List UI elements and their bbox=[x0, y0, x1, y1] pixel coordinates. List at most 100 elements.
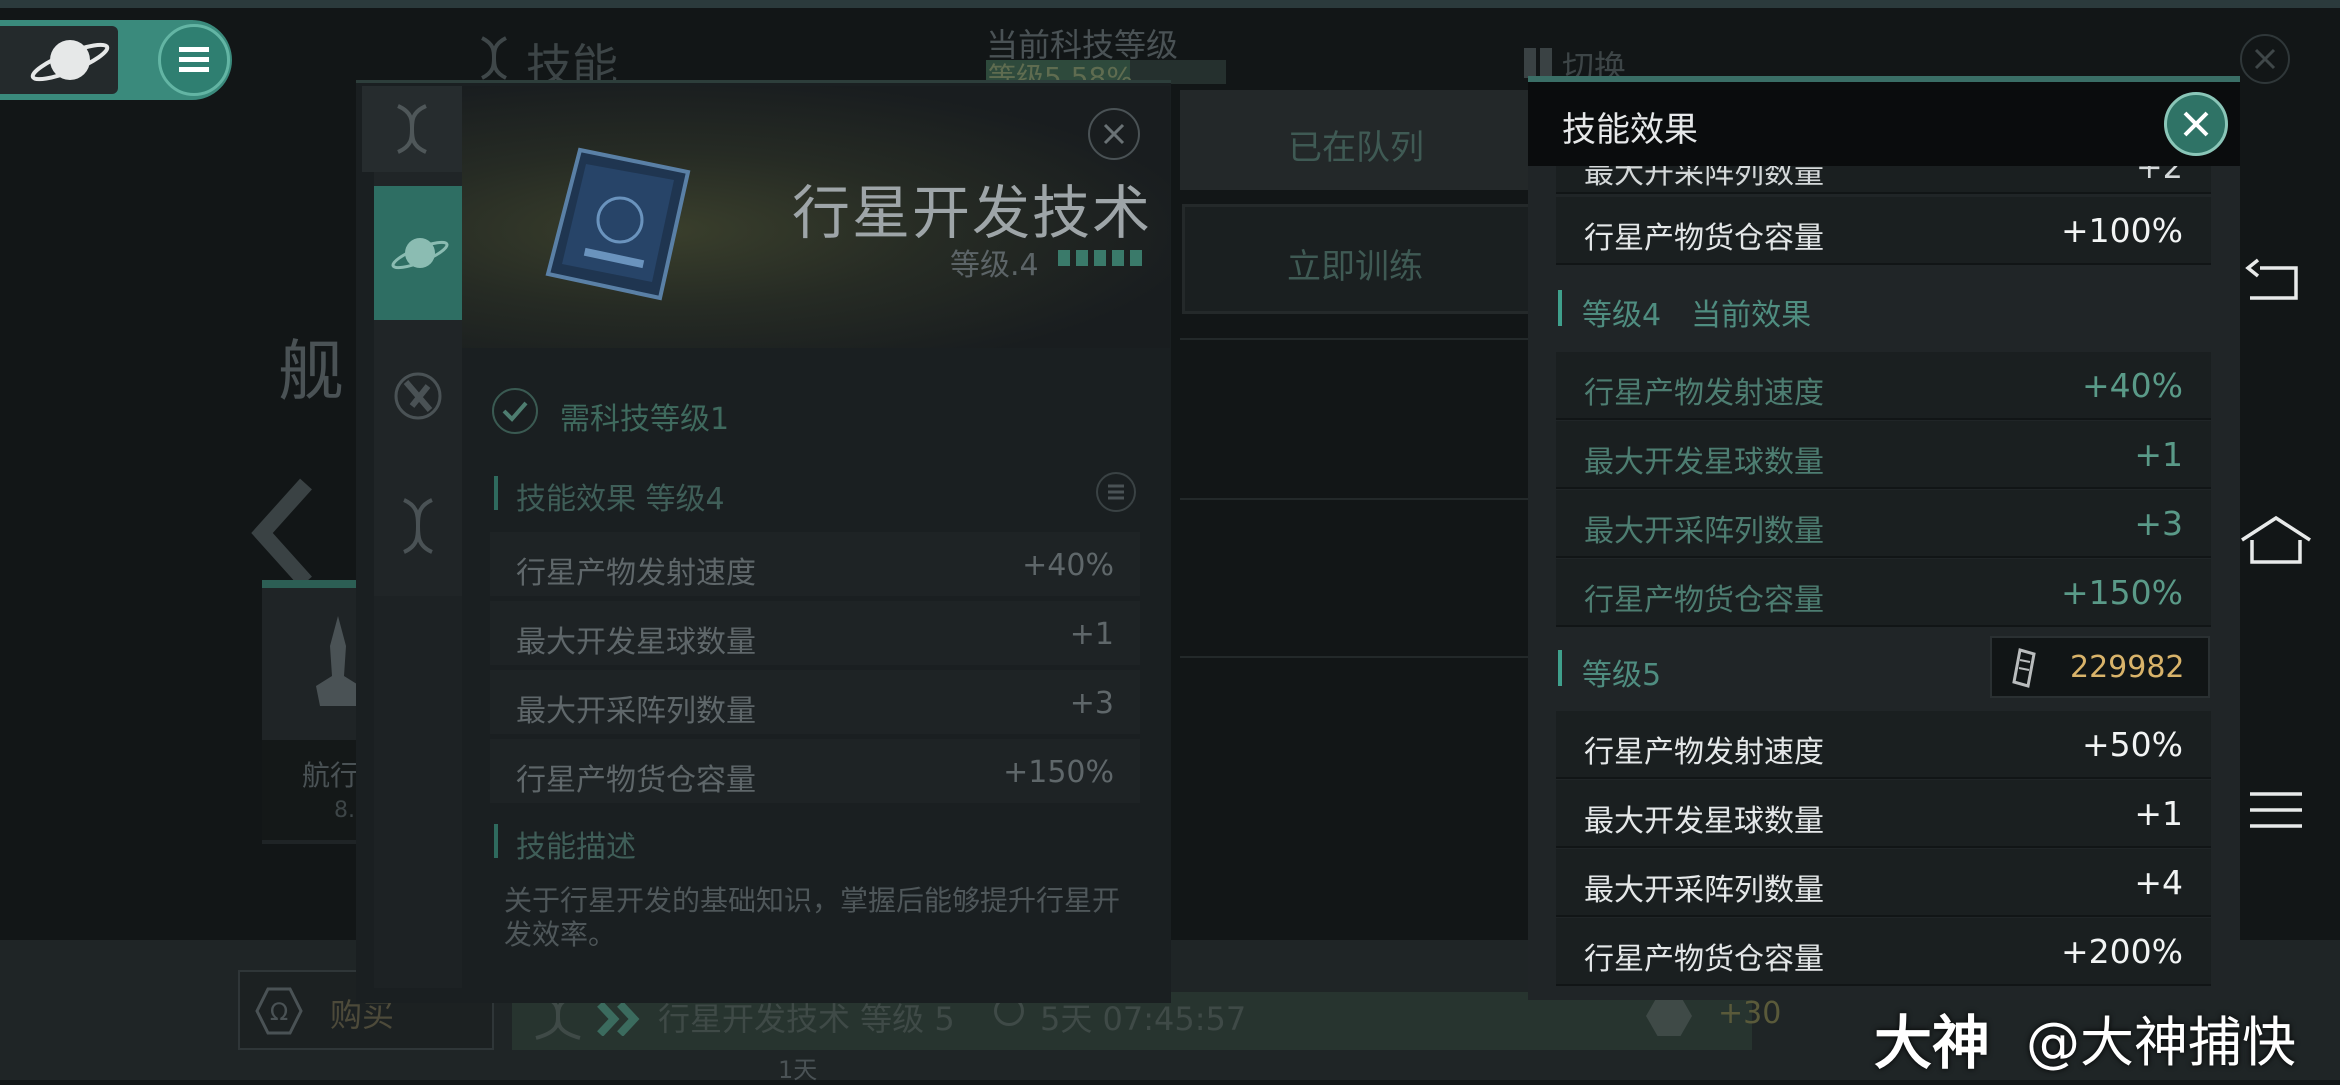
tab-empty bbox=[374, 596, 462, 988]
current-effect-row: 最大开采阵列数量 +3 bbox=[1556, 490, 2211, 558]
effect-label: 最大开发星球数量 bbox=[516, 625, 756, 660]
tab-dna-top[interactable] bbox=[362, 86, 462, 172]
system-home-button[interactable] bbox=[2236, 510, 2316, 570]
close-icon bbox=[2183, 111, 2209, 137]
effect-value: +200% bbox=[2061, 932, 2183, 971]
partial-row-value: +2 bbox=[2135, 166, 2183, 186]
level-pip bbox=[1076, 250, 1088, 266]
effect-label: 最大开发星球数量 bbox=[1584, 804, 1824, 839]
list-icon bbox=[1108, 484, 1124, 500]
effects-panel-title: 技能效果 bbox=[1562, 110, 1698, 150]
watermark-handle: @大神捕快 bbox=[2026, 1011, 2296, 1074]
home-icon bbox=[2241, 515, 2311, 564]
current-effect-row: 最大开发星球数量 +1 bbox=[1556, 421, 2211, 489]
skill-level-pips bbox=[1058, 250, 1142, 266]
cost-value: 229982 bbox=[2070, 650, 2185, 685]
skill-detail-close-button[interactable] bbox=[1088, 108, 1140, 160]
skill-name: 行星开发技术 bbox=[792, 179, 1153, 247]
system-back-button[interactable] bbox=[2236, 254, 2316, 314]
next-effect-row: 行星产物发射速度 +50% bbox=[1556, 711, 2211, 779]
menu-icon bbox=[179, 47, 209, 72]
tab-dna[interactable] bbox=[374, 476, 462, 586]
omega-icon: Ω bbox=[255, 987, 303, 1035]
effect-value: +40% bbox=[1022, 548, 1114, 583]
effect-label: 最大开采阵列数量 bbox=[1584, 514, 1824, 549]
system-menu-button[interactable] bbox=[2236, 780, 2316, 840]
next-effect-row: 最大开发星球数量 +1 bbox=[1556, 780, 2211, 848]
ship-card-bar bbox=[262, 580, 362, 588]
effect-label: 行星产物发射速度 bbox=[1584, 376, 1824, 411]
effect-label: 最大开采阵列数量 bbox=[1584, 873, 1824, 908]
skill-card-image bbox=[540, 142, 692, 302]
switch-icon bbox=[1524, 48, 1536, 78]
effect-label: 行星产物发射速度 bbox=[1584, 735, 1824, 770]
train-now-label: 立即训练 bbox=[1287, 247, 1423, 287]
dna-icon bbox=[397, 104, 427, 154]
next-effect-row: 最大开采阵列数量 +4 bbox=[1556, 849, 2211, 917]
effect-row: 最大开发星球数量 +1 bbox=[490, 601, 1140, 665]
effects-heading-bar bbox=[494, 476, 498, 510]
current-heading-bar bbox=[1558, 290, 1562, 326]
effect-label: 行星产物货仓容量 bbox=[1584, 583, 1824, 618]
planet-icon bbox=[30, 40, 110, 82]
prev-level-row: 行星产物货仓容量 +100% bbox=[1556, 197, 2211, 265]
effect-value: +1 bbox=[1069, 617, 1114, 652]
effect-value: +100% bbox=[2061, 211, 2183, 250]
effect-row: 行星产物货仓容量 +150% bbox=[490, 739, 1140, 803]
current-effect-row: 行星产物发射速度 +40% bbox=[1556, 352, 2211, 420]
effects-heading: 技能效果 等级4 bbox=[516, 482, 725, 517]
effect-value: +40% bbox=[2082, 366, 2183, 405]
tab-planet[interactable] bbox=[374, 186, 462, 320]
tab-satellite[interactable] bbox=[374, 330, 462, 464]
effect-label: 行星产物货仓容量 bbox=[516, 763, 756, 798]
train-now-button[interactable]: 立即训练 bbox=[1182, 204, 1538, 314]
current-heading: 等级4 当前效果 bbox=[1582, 298, 1812, 333]
divider-line-2 bbox=[1180, 498, 1550, 500]
skill-level-text: 等级.4 bbox=[950, 248, 1039, 283]
close-icon bbox=[2254, 48, 2276, 70]
level-pip bbox=[1130, 250, 1142, 266]
queue-chevrons-icon bbox=[596, 1001, 644, 1040]
skills-dna-icon bbox=[474, 36, 514, 84]
effect-value: +3 bbox=[1069, 686, 1114, 721]
planet-home-button[interactable] bbox=[0, 26, 118, 94]
next-heading-bar bbox=[1558, 650, 1562, 686]
level-pip bbox=[1058, 250, 1070, 266]
queued-button[interactable]: 已在队列 bbox=[1180, 90, 1540, 190]
svg-text:Ω: Ω bbox=[270, 998, 288, 1026]
level-pip bbox=[1094, 250, 1106, 266]
effect-label: 行星产物货仓容量 bbox=[1584, 221, 1824, 256]
divider-line-3 bbox=[1180, 656, 1550, 658]
effect-value: +50% bbox=[2082, 725, 2183, 764]
ship-silhouette-icon bbox=[316, 616, 360, 710]
ship-char: 舰 bbox=[278, 333, 344, 410]
effect-label: 行星产物发射速度 bbox=[516, 556, 756, 591]
effect-value: +4 bbox=[2134, 863, 2183, 902]
next-heading: 等级5 bbox=[1582, 658, 1662, 693]
partial-row: 最大开采阵列数量 +2 bbox=[1556, 166, 2211, 194]
level-pip bbox=[1112, 250, 1124, 266]
menu-icon bbox=[2250, 792, 2302, 828]
desc-heading-bar bbox=[494, 824, 498, 858]
main-menu-button[interactable] bbox=[158, 24, 230, 96]
effects-panel-close-button[interactable] bbox=[2164, 92, 2228, 156]
close-icon bbox=[1103, 123, 1125, 145]
watermark-logo: 大神 bbox=[1874, 1009, 1991, 1077]
dna-icon bbox=[403, 498, 433, 554]
effect-value: +150% bbox=[2061, 573, 2183, 612]
background-close-button[interactable] bbox=[2240, 34, 2290, 84]
effect-row: 最大开采阵列数量 +3 bbox=[490, 670, 1140, 734]
next-level-cost: 229982 bbox=[1990, 636, 2210, 698]
effect-value: +1 bbox=[2134, 435, 2183, 474]
chevron-left-icon bbox=[251, 478, 312, 588]
effect-row: 行星产物发射速度 +40% bbox=[490, 532, 1140, 596]
effect-value: +1 bbox=[2134, 794, 2183, 833]
top-bar bbox=[0, 0, 2340, 8]
skill-book-icon bbox=[2012, 648, 2036, 688]
effects-list-button[interactable] bbox=[1096, 472, 1136, 512]
back-icon bbox=[2245, 258, 2298, 300]
effect-label: 最大开采阵列数量 bbox=[516, 694, 756, 729]
skill-description: 关于行星开发的基础知识，掌握后能够提升行星开发效率。 bbox=[504, 884, 1121, 951]
prev-arrow-button[interactable] bbox=[244, 478, 324, 588]
effect-label: 行星产物货仓容量 bbox=[1584, 942, 1824, 977]
